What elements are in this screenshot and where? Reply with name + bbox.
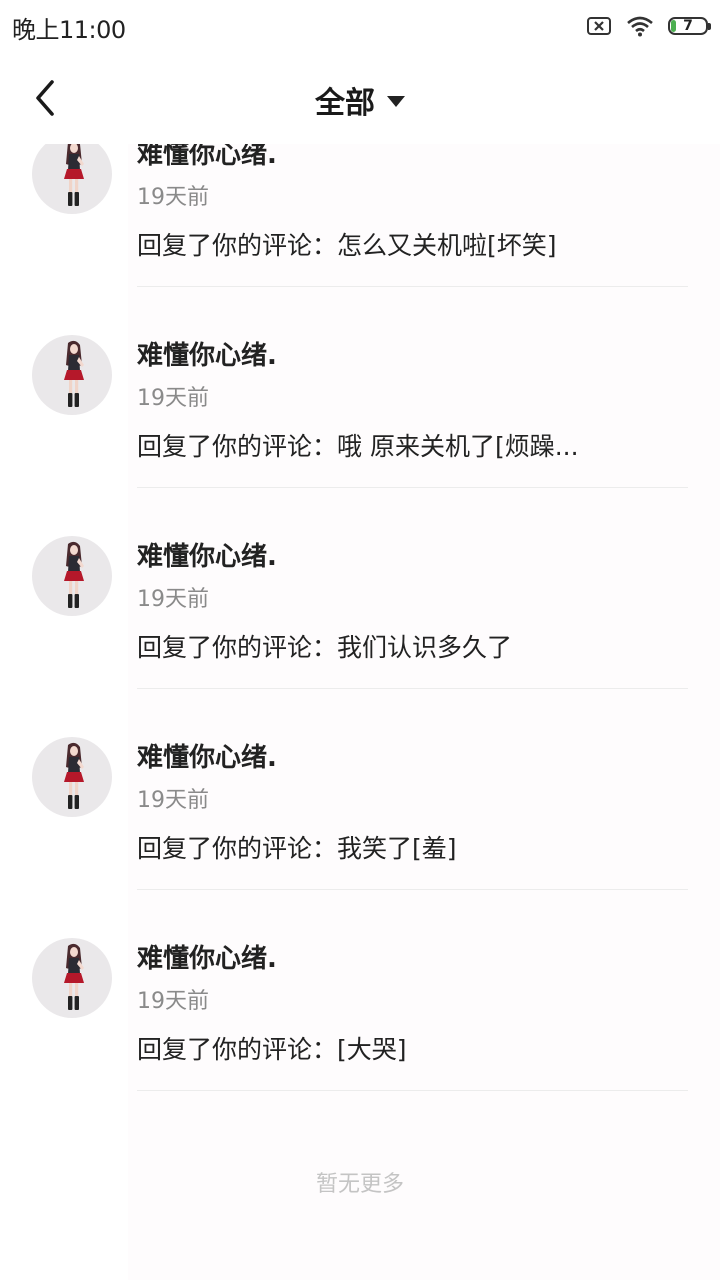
item-divider (137, 1090, 688, 1091)
chevron-left-icon (36, 80, 54, 116)
item-time: 19天前 (137, 185, 209, 210)
status-bar: 晚上11:00 7 (0, 0, 720, 52)
item-user-name[interactable]: 难懂你心绪. (137, 536, 277, 573)
battery-fill (671, 20, 676, 32)
avatar[interactable] (32, 536, 112, 616)
page-title: 全部 (315, 86, 375, 121)
title-dropdown[interactable]: 全部 (290, 78, 430, 122)
item-time: 19天前 (137, 386, 209, 411)
sim-disabled-icon (586, 16, 612, 36)
battery-level: 7 (683, 18, 693, 34)
list-item[interactable]: 难懂你心绪. 19天前 回复了你的评论：哦 原来关机了[烦躁... (0, 287, 720, 488)
item-user-name[interactable]: 难懂你心绪. (137, 144, 277, 171)
back-button[interactable] (22, 74, 70, 122)
avatar[interactable] (32, 335, 112, 415)
item-user-name[interactable]: 难懂你心绪. (137, 335, 277, 372)
battery-icon: 7 (668, 17, 711, 35)
item-message: 回复了你的评论：我笑了[羞] (137, 834, 457, 863)
list-item[interactable]: 难懂你心绪. 19天前 回复了你的评论：[大哭] (0, 890, 720, 1091)
list-item[interactable]: 难懂你心绪. 19天前 回复了你的评论：我笑了[羞] (0, 689, 720, 890)
item-message: 回复了你的评论：哦 原来关机了[烦躁... (137, 432, 579, 461)
item-message: 回复了你的评论：[大哭] (137, 1035, 407, 1064)
caret-down-icon (387, 95, 405, 107)
wifi-icon (626, 15, 654, 37)
list-item[interactable]: 难懂你心绪. 19天前 回复了你的评论：怎么又关机啦[坏笑] (0, 144, 720, 287)
item-user-name[interactable]: 难懂你心绪. (137, 737, 277, 774)
item-time: 19天前 (137, 788, 209, 813)
header: 全部 (0, 52, 720, 144)
notification-list[interactable]: 难懂你心绪. 19天前 回复了你的评论：怎么又关机啦[坏笑] 难懂你心绪. 19… (0, 144, 720, 1280)
avatar[interactable] (32, 938, 112, 1018)
item-message: 回复了你的评论：我们认识多久了 (137, 633, 513, 662)
item-message: 回复了你的评论：怎么又关机啦[坏笑] (137, 231, 557, 260)
item-user-name[interactable]: 难懂你心绪. (137, 938, 277, 975)
avatar[interactable] (32, 144, 112, 214)
status-icons: 7 (586, 12, 711, 40)
status-time: 晚上11:00 (12, 16, 126, 44)
no-more-label: 暂无更多 (315, 1172, 404, 1197)
item-time: 19天前 (137, 587, 209, 612)
item-time: 19天前 (137, 989, 209, 1014)
list: 难懂你心绪. 19天前 回复了你的评论：怎么又关机啦[坏笑] 难懂你心绪. 19… (0, 144, 720, 1091)
avatar[interactable] (32, 737, 112, 817)
list-item[interactable]: 难懂你心绪. 19天前 回复了你的评论：我们认识多久了 (0, 488, 720, 689)
